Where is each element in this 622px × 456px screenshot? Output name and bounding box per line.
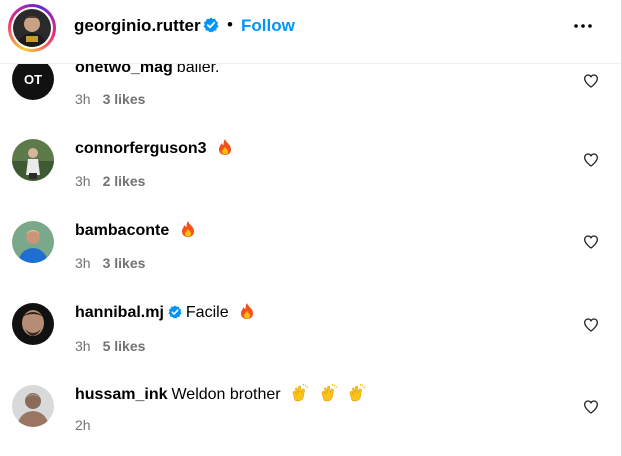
- fire-emoji-icon: [180, 220, 196, 244]
- comment-meta: 3h 3 likes: [75, 90, 145, 108]
- comment-likes[interactable]: 3 likes: [103, 91, 146, 107]
- fire-emoji-icon: [217, 138, 233, 162]
- commenter-avatar[interactable]: [12, 385, 54, 427]
- comment-meta: 3h 2 likes: [75, 172, 145, 190]
- post-header: georginio.rutter • Follow: [0, 0, 621, 64]
- fire-emoji-icon: [239, 302, 255, 326]
- post-author-username[interactable]: georginio.rutter: [74, 16, 201, 36]
- comment-line: connorferguson3: [75, 138, 233, 162]
- commenter-avatar[interactable]: OT: [12, 64, 54, 100]
- profile-avatar: [13, 9, 51, 47]
- comment-text: Facile: [185, 304, 229, 321]
- comment-time[interactable]: 2h: [75, 417, 91, 433]
- more-horizontal-icon[interactable]: [571, 14, 595, 38]
- separator-dot: •: [227, 15, 233, 34]
- comment-meta: 2h: [75, 416, 91, 434]
- comment-likes[interactable]: 2 likes: [103, 173, 146, 189]
- comment-item: OT onetwo_mag baller. 3h 3 likes: [0, 64, 621, 128]
- story-ring[interactable]: [8, 4, 56, 52]
- comment-time[interactable]: 3h: [75, 91, 91, 107]
- follow-button[interactable]: Follow: [241, 16, 295, 36]
- comment-username[interactable]: connorferguson3: [75, 140, 207, 157]
- commenter-avatar[interactable]: [12, 221, 54, 263]
- comment-item: bambaconte 3h 3 likes: [0, 210, 621, 292]
- comment-line: onetwo_mag baller.: [75, 64, 220, 78]
- commenter-avatar[interactable]: [12, 139, 54, 181]
- comment-line: hannibal.mj Facile: [75, 302, 255, 326]
- comment-meta: 3h 5 likes: [75, 337, 145, 355]
- heart-icon[interactable]: [583, 399, 599, 415]
- heart-icon[interactable]: [583, 152, 599, 168]
- clapping-hands-emoji-icon: [348, 384, 366, 408]
- comment-time[interactable]: 3h: [75, 255, 91, 271]
- comment-time[interactable]: 3h: [75, 173, 91, 189]
- clapping-hands-emoji-icon: [320, 384, 338, 408]
- comment-item: hannibal.mj Facile 3h 5 likes: [0, 292, 621, 374]
- comment-username[interactable]: hannibal.mj: [75, 304, 164, 321]
- comment-text: baller.: [176, 64, 220, 76]
- verified-badge-icon: [203, 17, 219, 38]
- avatar-logo-text: OT: [24, 72, 42, 87]
- comment-username[interactable]: bambaconte: [75, 222, 169, 239]
- comment-line: bambaconte: [75, 220, 196, 244]
- comment-likes[interactable]: 5 likes: [103, 338, 146, 354]
- comment-text: Weldon brother: [171, 386, 281, 403]
- comment-username[interactable]: onetwo_mag: [75, 64, 173, 76]
- clapping-hands-emoji-icon: [291, 384, 309, 408]
- verified-badge-icon: [168, 305, 182, 325]
- comment-line: hussam_ink Weldon brother: [75, 384, 366, 408]
- comment-time[interactable]: 3h: [75, 338, 91, 354]
- heart-icon[interactable]: [583, 234, 599, 250]
- commenter-avatar[interactable]: [12, 303, 54, 345]
- comment-item: connorferguson3 3h 2 likes: [0, 128, 621, 210]
- comments-list[interactable]: OT onetwo_mag baller. 3h 3 likes connorfer…: [0, 64, 621, 456]
- comment-meta: 3h 3 likes: [75, 254, 145, 272]
- comment-likes[interactable]: 3 likes: [103, 255, 146, 271]
- comment-username[interactable]: hussam_ink: [75, 386, 167, 403]
- heart-icon[interactable]: [583, 73, 599, 89]
- heart-icon[interactable]: [583, 317, 599, 333]
- comment-item: hussam_ink Weldon brother 2h: [0, 374, 621, 456]
